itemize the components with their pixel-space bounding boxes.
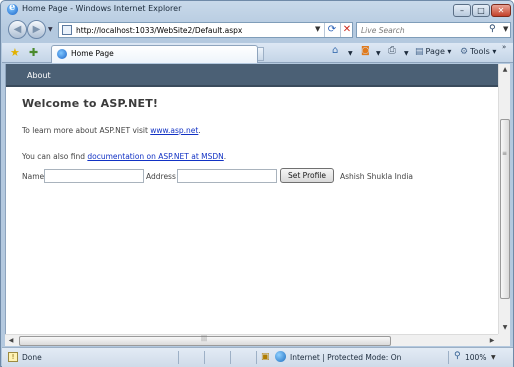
print-dropdown-icon[interactable]: ▼ xyxy=(404,50,409,57)
internet-zone-globe-icon xyxy=(275,351,286,362)
profile-output: Ashish Shukla India xyxy=(340,172,414,181)
favorites-star-icon[interactable]: ★ xyxy=(10,46,20,59)
page-menu-icon: ▤ xyxy=(415,47,424,57)
maximize-button[interactable]: □ xyxy=(472,4,490,17)
minimize-icon: – xyxy=(460,6,464,15)
documentation-period: . xyxy=(223,152,227,161)
scroll-right-icon[interactable]: ▶ xyxy=(486,335,498,347)
home-icon[interactable]: ⌂ xyxy=(332,45,338,56)
tab-label: Home Page xyxy=(71,49,114,58)
close-window-button[interactable]: ✕ xyxy=(491,4,511,17)
status-divider xyxy=(448,351,449,364)
forward-arrow-icon: ▶ xyxy=(32,24,41,35)
zoom-dropdown-icon[interactable]: ▼ xyxy=(491,354,496,361)
stop-icon[interactable]: ✕ xyxy=(340,23,353,37)
add-favorites-icon[interactable]: ✚ xyxy=(29,46,38,59)
horizontal-scrollbar[interactable]: ◀ ||| ▶ xyxy=(5,334,498,346)
internet-explorer-icon xyxy=(7,2,18,15)
learn-more-paragraph: To learn more about ASP.NET visit www.as… xyxy=(22,126,201,135)
close-icon: ✕ xyxy=(497,6,505,15)
zoom-magnifier-icon[interactable]: ⚲ xyxy=(454,351,461,361)
status-divider xyxy=(230,351,231,364)
feeds-dropdown-icon[interactable]: ▼ xyxy=(376,50,381,57)
back-arrow-icon: ◀ xyxy=(13,24,22,35)
tools-gear-icon: ⚙ xyxy=(460,47,469,57)
asp-net-link[interactable]: www.asp.net xyxy=(150,126,198,135)
name-label: Name xyxy=(22,172,45,181)
minimize-button[interactable]: – xyxy=(453,4,471,17)
page-icon xyxy=(62,25,72,35)
window-title: Home Page - Windows Internet Explorer xyxy=(22,4,182,13)
msdn-documentation-link[interactable]: documentation on ASP.NET at MSDN xyxy=(87,152,223,161)
home-dropdown-icon[interactable]: ▼ xyxy=(348,50,353,57)
tools-menu-button[interactable]: ⚙ Tools ▾ xyxy=(460,47,496,57)
tab-home-page[interactable]: Home Page xyxy=(51,45,258,63)
name-field[interactable] xyxy=(44,169,144,183)
status-divider xyxy=(256,351,257,364)
tools-menu-label: Tools xyxy=(470,47,490,56)
address-url[interactable]: http://localhost:1033/WebSite2/Default.a… xyxy=(76,26,242,35)
page-menu-label: Page xyxy=(425,47,445,56)
forward-button[interactable]: ▶ xyxy=(27,20,46,39)
status-divider xyxy=(178,351,179,364)
menu-item-about[interactable]: About xyxy=(27,71,51,80)
tab-command-bar: ★ ✚ Home Page ⌂ ▼ ◙ ▼ ⎙ ▼ ▤ Page ▾ ⚙ Tools… xyxy=(2,43,513,63)
security-lock-icon[interactable]: ▣ xyxy=(261,352,270,362)
magnifier-icon[interactable]: ⚲ xyxy=(489,24,496,34)
vertical-scrollbar[interactable]: ▲ ≡ ▼ xyxy=(498,64,510,334)
search-box[interactable]: Live Search ⚲ ▼ xyxy=(356,22,511,38)
address-field[interactable] xyxy=(177,169,277,183)
page-menu-button[interactable]: ▤ Page ▾ xyxy=(415,47,451,57)
status-bar: ! Done ▣ Internet | Protected Mode: On ⚲… xyxy=(2,347,513,367)
recent-pages-dropdown-icon[interactable]: ▼ xyxy=(48,26,55,33)
set-profile-button[interactable]: Set Profile xyxy=(280,168,334,183)
scroll-down-icon[interactable]: ▼ xyxy=(499,322,511,334)
learn-more-period: . xyxy=(198,126,201,135)
page-status-icon: ! xyxy=(8,352,18,362)
more-commands-chevron-icon[interactable]: » xyxy=(502,43,506,51)
page-favicon-icon xyxy=(57,49,67,59)
status-divider xyxy=(204,351,205,364)
profile-form: Name Address Set Profile Ashish Shukla I… xyxy=(22,168,492,184)
site-menu-bar: About xyxy=(6,64,500,87)
vertical-grip-icon: ≡ xyxy=(502,150,508,157)
scroll-left-icon[interactable]: ◀ xyxy=(5,335,17,347)
maximize-icon: □ xyxy=(477,6,485,15)
horizontal-grip-icon: ||| xyxy=(201,335,208,342)
title-bar: Home Page - Windows Internet Explorer – … xyxy=(1,1,513,19)
address-bar[interactable]: http://localhost:1033/WebSite2/Default.a… xyxy=(58,22,353,38)
learn-more-text: To learn more about ASP.NET visit xyxy=(22,126,151,135)
search-placeholder[interactable]: Live Search xyxy=(361,26,405,35)
address-dropdown-icon[interactable]: ▼ xyxy=(315,25,320,33)
search-options-dropdown-icon[interactable]: ▼ xyxy=(503,25,508,33)
rss-feeds-icon[interactable]: ◙ xyxy=(361,46,370,56)
printer-icon[interactable]: ⎙ xyxy=(388,45,396,56)
back-button[interactable]: ◀ xyxy=(8,20,27,39)
zoom-level[interactable]: 100% xyxy=(465,353,486,362)
status-text: Done xyxy=(22,353,42,362)
refresh-icon[interactable]: ⟳ xyxy=(324,23,339,37)
page-viewport: About Welcome to ASP.NET! To learn more … xyxy=(5,64,500,334)
address-label: Address xyxy=(146,172,176,181)
vertical-scroll-thumb[interactable] xyxy=(500,119,510,299)
documentation-paragraph: You can also find documentation on ASP.N… xyxy=(22,152,226,161)
browser-window: Home Page - Windows Internet Explorer – … xyxy=(0,0,514,367)
new-tab-button[interactable] xyxy=(258,47,264,61)
scroll-up-icon[interactable]: ▲ xyxy=(499,64,511,76)
page-heading: Welcome to ASP.NET! xyxy=(22,97,159,110)
security-zone-text[interactable]: Internet | Protected Mode: On xyxy=(290,353,401,362)
documentation-text: You can also find xyxy=(22,152,88,161)
navigation-bar: ◀ ▶ ▼ http://localhost:1033/WebSite2/Def… xyxy=(3,20,513,42)
scrollbar-corner xyxy=(498,334,510,346)
